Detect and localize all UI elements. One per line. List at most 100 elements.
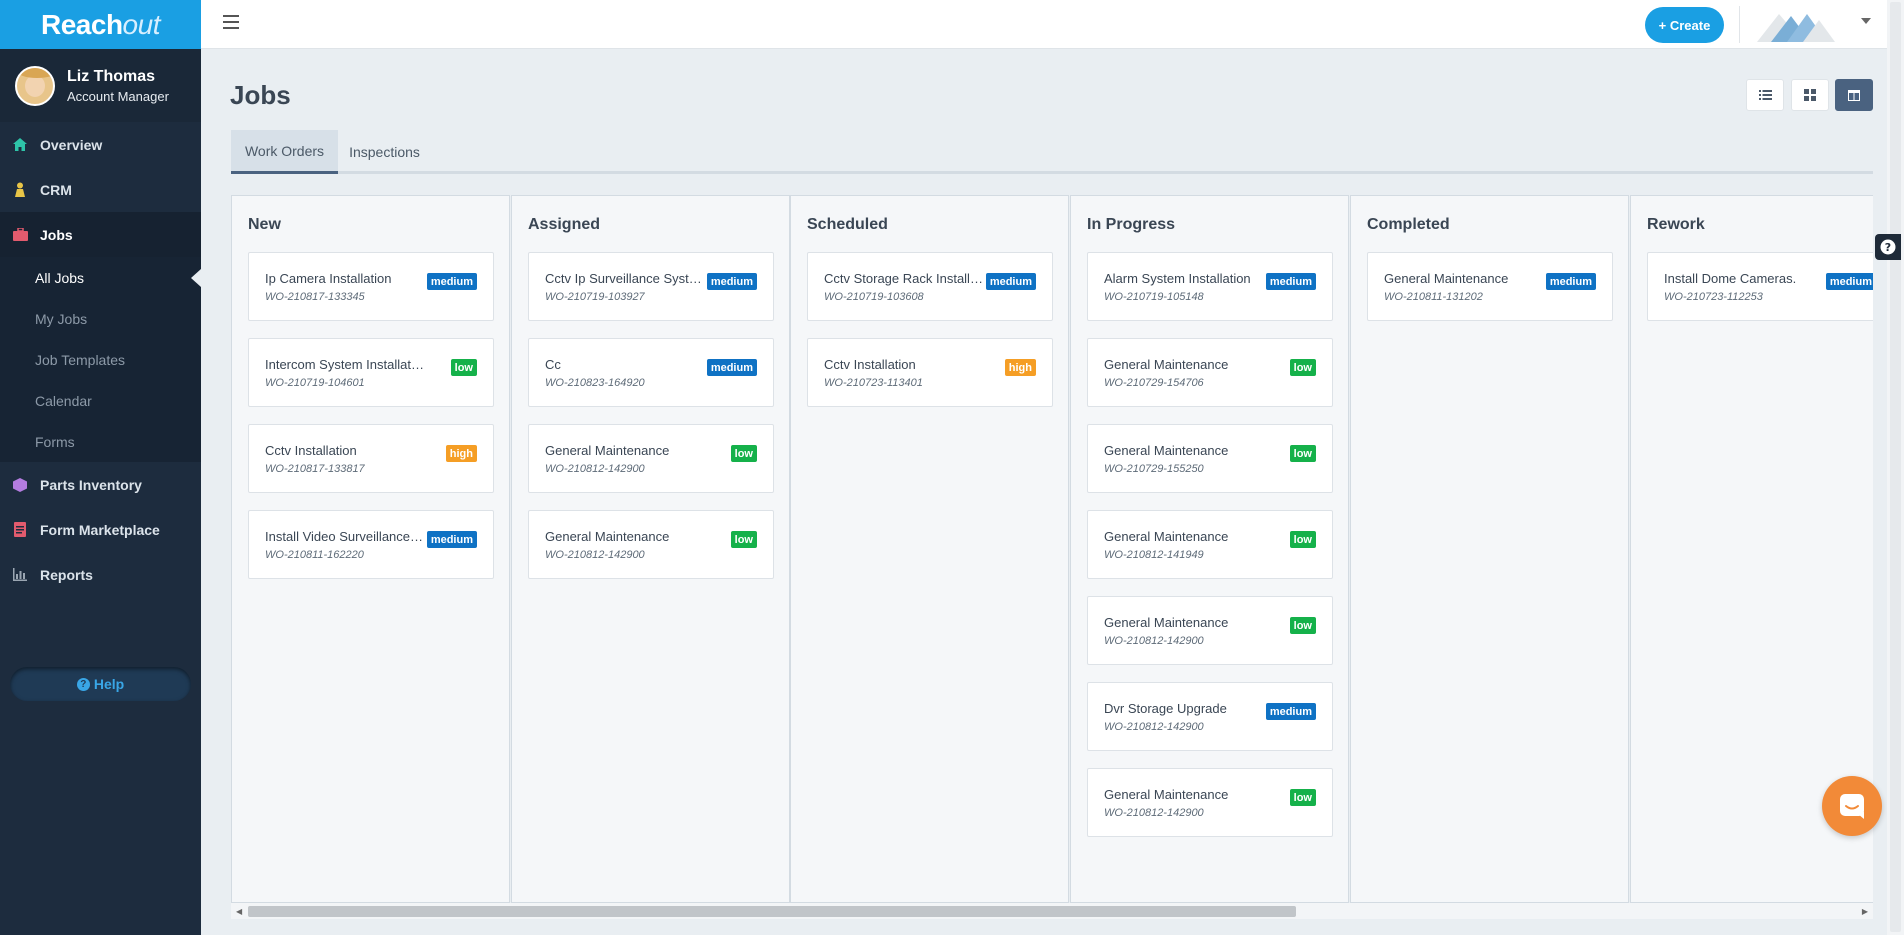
horizontal-scrollbar-thumb[interactable] [248,906,1296,917]
job-card[interactable]: Dvr Storage Upgrade WO-210812-142900 mediu… [1087,682,1333,751]
sidebar-item-label: Parts Inventory [40,476,142,493]
scroll-left-icon[interactable]: ◀ [236,907,242,916]
job-card[interactable]: Cctv Installation WO-210723-113401 high [807,338,1053,407]
chat-icon [1840,794,1864,819]
sidebar-item-reports[interactable]: Reports [0,552,201,597]
job-card[interactable]: Ip Camera Installation WO-210817-133345 me… [248,252,494,321]
job-card[interactable]: Cctv Ip Surveillance System WO-210719-103… [528,252,774,321]
job-card-title: General Maintenance [1104,615,1229,630]
job-card[interactable]: Cctv Storage Rack Installation WO-210719-… [807,252,1053,321]
kanban-column: Completed General Maintenance WO-210811-13… [1350,195,1629,903]
priority-badge: medium [985,273,1036,290]
document-icon [12,522,28,538]
job-card-id: WO-210823-164920 [545,377,645,389]
priority-badge: medium [1265,273,1316,290]
reachout-logo[interactable]: Reach out [0,0,201,49]
page-title: Jobs [230,80,291,110]
jobs-submenu: All Jobs My Jobs Job Templates Calendar … [0,257,201,462]
sidebar-item-crm[interactable]: CRM [0,167,201,212]
kanban-column: Scheduled Cctv Storage Rack Installation W… [790,195,1069,903]
tab-inspections[interactable]: Inspections [338,130,431,174]
sidebar-subitem-forms[interactable]: Forms [0,421,201,462]
job-card[interactable]: Intercom System Installation WO-210719-10… [248,338,494,407]
svg-text:?: ? [1885,241,1891,254]
scroll-right-icon[interactable]: ▶ [1862,907,1868,916]
job-card-id: WO-210719-105148 [1104,291,1204,303]
sidebar-item-overview[interactable]: Overview [0,122,201,167]
question-icon[interactable]: ? [1875,234,1901,260]
job-card[interactable]: General Maintenance WO-210812-142900 low [1087,596,1333,665]
user-profile[interactable]: Liz Thomas Account Manager [0,49,201,122]
priority-badge: medium [426,273,477,290]
job-card-id: WO-210817-133345 [265,291,365,303]
user-name: Liz Thomas [67,67,156,85]
job-card[interactable]: Alarm System Installation WO-210719-10514… [1087,252,1333,321]
job-card[interactable]: Install Dome Cameras. WO-210723-112253 med… [1647,252,1873,321]
vertical-scrollbar[interactable] [1887,0,1904,935]
priority-badge: low [730,445,757,462]
column-title: Scheduled [807,216,888,233]
columns-icon [1848,89,1860,101]
column-title: In Progress [1087,216,1176,233]
sidebar-item-label: Jobs [40,226,73,243]
vertical-scrollbar-thumb[interactable] [1890,2,1901,932]
sidebar-item-form-marketplace[interactable]: Form Marketplace [0,507,201,552]
sidebar-item-label: Form Marketplace [40,521,160,538]
help-button[interactable]: ? Help [10,667,191,701]
sidebar: Reach out Liz Thomas Account Manager Over… [0,0,201,935]
sidebar-subitem-all-jobs[interactable]: All Jobs [0,257,201,298]
person-icon [12,182,28,198]
job-card[interactable]: General Maintenance WO-210729-154706 low [1087,338,1333,407]
sidebar-subitem-calendar[interactable]: Calendar [0,380,201,421]
job-card-id: WO-210723-113401 [824,377,923,389]
sidebar-item-jobs[interactable]: Jobs [0,212,201,257]
priority-badge: low [1289,789,1316,806]
tab-work-orders[interactable]: Work Orders [231,130,338,174]
job-card-title: General Maintenance [1384,271,1509,286]
sidebar-subitem-my-jobs[interactable]: My Jobs [0,298,201,339]
job-card[interactable]: General Maintenance WO-210812-141949 low [1087,510,1333,579]
job-card-id: WO-210729-154706 [1104,377,1204,389]
priority-badge: low [1289,617,1316,634]
chat-launcher-button[interactable] [1822,776,1882,836]
list-icon [1758,90,1772,100]
avatar [15,65,55,106]
job-card-title: Alarm System Installation [1104,271,1251,286]
job-card-id: WO-210812-141949 [1104,549,1204,561]
job-card-id: WO-210812-142900 [1104,721,1204,733]
job-card-id: WO-210719-103608 [824,291,924,303]
sidebar-item-parts-inventory[interactable]: Parts Inventory [0,462,201,507]
job-card-title: Install Video Surveillance Cameras [265,529,425,544]
job-card-title: General Maintenance [1104,357,1229,372]
job-card-title: Cctv Ip Surveillance System [545,271,705,286]
job-card[interactable]: General Maintenance WO-210812-142900 low [1087,768,1333,837]
account-dropdown-chevron-icon[interactable] [1861,18,1871,24]
horizontal-scrollbar[interactable]: ◀ ▶ [231,903,1873,919]
job-card[interactable]: Install Video Surveillance Cameras WO-210… [248,510,494,579]
priority-badge: low [1289,359,1316,376]
job-card-title: Intercom System Installation [265,357,425,372]
job-card-title: General Maintenance [545,443,670,458]
job-card-title: Dvr Storage Upgrade [1104,701,1227,716]
job-card[interactable]: General Maintenance WO-210729-155250 low [1087,424,1333,493]
list-view-button[interactable] [1746,79,1784,111]
job-card-id: WO-210811-131202 [1384,291,1483,303]
job-card-id: WO-210729-155250 [1104,463,1204,475]
priority-badge: medium [1545,273,1596,290]
board-view-button[interactable] [1835,79,1873,111]
grid-view-button[interactable] [1791,79,1829,111]
priority-badge: low [1289,531,1316,548]
job-card-id: WO-210723-112253 [1664,291,1763,303]
priority-badge: medium [1825,273,1873,290]
create-button[interactable]: + Create [1645,7,1724,43]
sidebar-subitem-job-templates[interactable]: Job Templates [0,339,201,380]
job-card-title: General Maintenance [1104,787,1229,802]
job-card[interactable]: General Maintenance WO-210812-142900 low [528,510,774,579]
job-card[interactable]: Cctv Installation WO-210817-133817 high [248,424,494,493]
hamburger-menu-icon[interactable] [223,15,239,29]
company-logo[interactable] [1757,6,1842,42]
job-card[interactable]: Cc WO-210823-164920 medium [528,338,774,407]
job-card[interactable]: General Maintenance WO-210811-131202 mediu… [1367,252,1613,321]
column-title: New [248,216,281,233]
job-card[interactable]: General Maintenance WO-210812-142900 low [528,424,774,493]
